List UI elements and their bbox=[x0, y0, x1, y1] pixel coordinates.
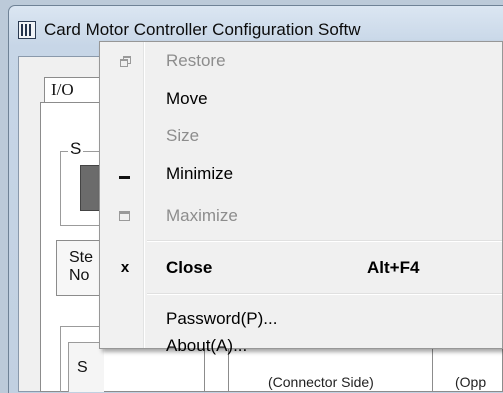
menu-item-label: About(A)... bbox=[166, 336, 248, 355]
menu-item-minimize[interactable]: Minimize bbox=[100, 157, 502, 191]
menu-item-maximize[interactable]: Maximize bbox=[100, 199, 502, 233]
menu-separator bbox=[147, 240, 502, 242]
tab-io[interactable]: I/O bbox=[44, 77, 106, 103]
opposite-side-label: (Opp bbox=[455, 374, 487, 390]
menu-item-label: Minimize bbox=[166, 164, 234, 183]
menu-item-label: Close bbox=[166, 258, 213, 277]
bottom-inner-box: S bbox=[68, 342, 104, 392]
app-icon[interactable] bbox=[18, 21, 36, 39]
menu-item-size[interactable]: Size bbox=[100, 119, 502, 153]
restore-icon bbox=[120, 56, 131, 67]
system-menu: Restore Move Size Minimize Maximize x Cl… bbox=[99, 41, 503, 355]
status-button[interactable]: Ste No bbox=[56, 240, 100, 296]
menu-item-close[interactable]: x Close Alt+F4 bbox=[100, 251, 502, 285]
maximize-icon bbox=[119, 211, 130, 221]
group-box-label: S bbox=[68, 139, 84, 159]
menu-item-about[interactable]: About(A)... bbox=[100, 336, 502, 355]
connector-side-label: (Connector Side) bbox=[268, 374, 374, 390]
minimize-icon bbox=[119, 176, 130, 179]
menu-item-move[interactable]: Move bbox=[100, 82, 502, 116]
divider bbox=[432, 349, 433, 392]
menu-item-label: Size bbox=[166, 126, 200, 145]
menu-item-shortcut: Alt+F4 bbox=[367, 258, 420, 277]
menu-item-restore[interactable]: Restore bbox=[100, 44, 502, 78]
menu-separator bbox=[147, 293, 502, 295]
close-icon: x bbox=[120, 259, 130, 276]
menu-item-label: Restore bbox=[166, 51, 226, 70]
menu-item-password[interactable]: Password(P)... bbox=[100, 302, 502, 336]
window-title: Card Motor Controller Configuration Soft… bbox=[44, 20, 361, 39]
menu-item-label: Move bbox=[166, 89, 208, 108]
menu-item-label: Password(P)... bbox=[166, 309, 278, 328]
menu-item-label: Maximize bbox=[166, 206, 238, 225]
